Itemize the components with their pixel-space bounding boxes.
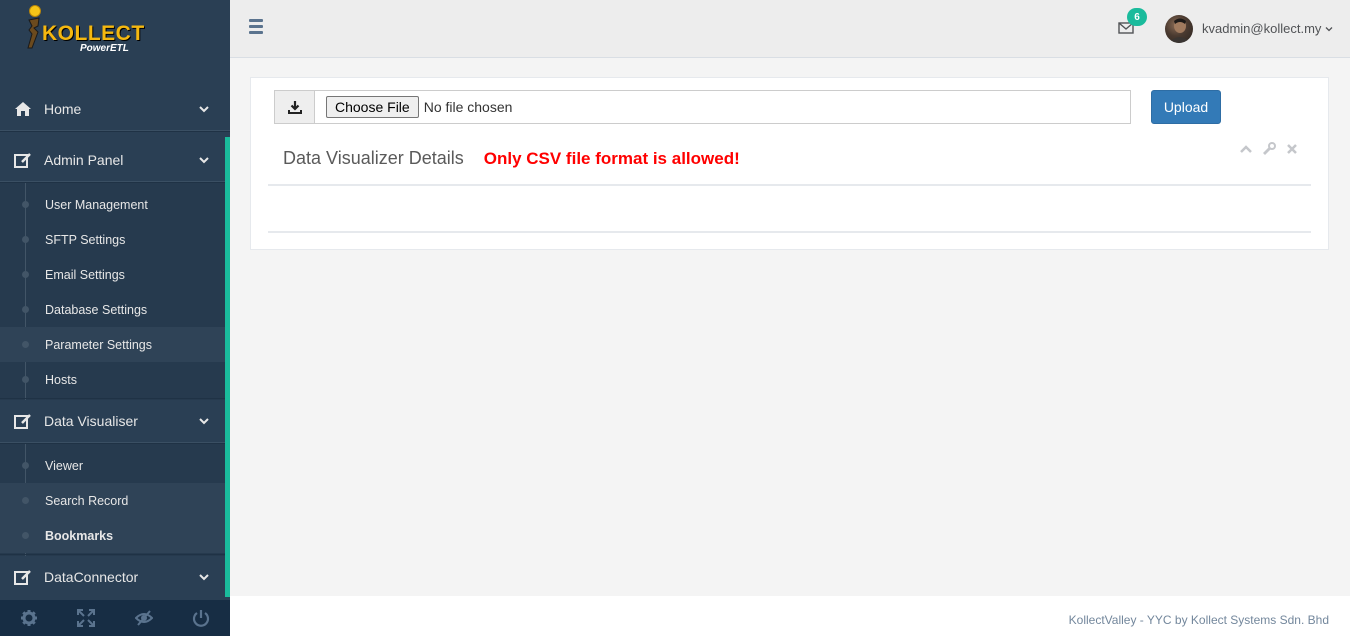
sidebar-footer: [0, 600, 230, 636]
chevron-down-icon: [199, 156, 209, 163]
user-avatar[interactable]: [1165, 15, 1193, 43]
top-navigation: 6 kvadmin@kollect.my: [230, 0, 1350, 58]
file-input[interactable]: Choose File No file chosen: [315, 91, 512, 123]
file-status: No file chosen: [423, 99, 513, 115]
sidebar-item-dataconnector-label: DataConnector: [44, 569, 139, 585]
close-icon[interactable]: [1285, 142, 1299, 156]
edit-icon: [13, 567, 33, 587]
edit-icon: [13, 150, 33, 170]
logo-mark-icon: [27, 5, 41, 49]
sidebar-subitem-sftp-settings[interactable]: SFTP Settings: [0, 222, 225, 257]
sidebar-subitem-bookmarks[interactable]: Bookmarks: [0, 518, 225, 553]
chevron-down-icon: [199, 105, 209, 112]
sidebar-item-dataconnector[interactable]: DataConnector: [0, 554, 225, 599]
sidebar-subitem-database-settings[interactable]: Database Settings: [0, 292, 225, 327]
file-upload-group: Choose File No file chosen: [274, 90, 1131, 124]
sidebar-item-home[interactable]: Home: [0, 86, 230, 132]
edit-icon: [13, 411, 33, 431]
chevron-down-icon: [1325, 26, 1333, 31]
sidebar-item-home-label: Home: [44, 100, 82, 117]
data-visualizer-panel: Choose File No file chosen Upload Data V…: [250, 77, 1329, 250]
panel-title: Data Visualizer Details: [283, 148, 464, 168]
panel-header: Data Visualizer Details Only CSV file fo…: [283, 148, 740, 169]
settings-gear-icon[interactable]: [0, 600, 58, 636]
download-icon: [275, 91, 315, 123]
brand-tagline: PowerETL: [80, 43, 129, 54]
menu-toggle-icon[interactable]: [249, 19, 263, 37]
panel-divider: [268, 184, 1311, 186]
chevron-down-icon: [199, 574, 209, 581]
csv-warning: Only CSV file format is allowed!: [483, 149, 740, 168]
sidebar-subitem-viewer[interactable]: Viewer: [0, 448, 225, 483]
wrench-icon[interactable]: [1262, 142, 1276, 156]
user-email: kvadmin@kollect.my: [1202, 21, 1322, 36]
notification-badge: 6: [1127, 8, 1147, 26]
sidebar-subitem-parameter-settings[interactable]: Parameter Settings: [0, 327, 225, 362]
sidebar-item-data-visualiser[interactable]: Data Visualiser: [0, 398, 225, 444]
chevron-up-icon[interactable]: [1239, 142, 1253, 156]
sidebar-item-data-visualiser-label: Data Visualiser: [44, 413, 138, 429]
chevron-down-icon: [199, 418, 209, 425]
panel-divider: [268, 231, 1311, 233]
sidebar-subitem-user-management[interactable]: User Management: [0, 187, 225, 222]
eye-slash-icon[interactable]: [115, 600, 173, 636]
user-menu[interactable]: kvadmin@kollect.my: [1202, 21, 1333, 36]
page-footer: KollectValley - YYC by Kollect Systems S…: [230, 596, 1350, 636]
power-off-icon[interactable]: [173, 600, 231, 636]
home-icon: [13, 99, 33, 119]
active-indicator: [225, 137, 230, 597]
sidebar-subitem-search-record[interactable]: Search Record: [0, 483, 225, 518]
choose-file-button[interactable]: Choose File: [326, 96, 419, 118]
sidebar: KOLLECT PowerETL Home Admin Panel User M…: [0, 0, 230, 636]
upload-button[interactable]: Upload: [1151, 90, 1221, 124]
sidebar-item-admin-panel[interactable]: Admin Panel: [0, 137, 225, 183]
sidebar-subitem-hosts[interactable]: Hosts: [0, 362, 225, 397]
sidebar-item-admin-panel-label: Admin Panel: [44, 151, 124, 168]
brand-logo[interactable]: KOLLECT PowerETL: [0, 0, 230, 85]
footer-credits: KollectValley - YYC by Kollect Systems S…: [1068, 613, 1329, 627]
panel-toolbox: [1239, 142, 1299, 156]
fullscreen-icon[interactable]: [58, 600, 116, 636]
sidebar-subitem-email-settings[interactable]: Email Settings: [0, 257, 225, 292]
